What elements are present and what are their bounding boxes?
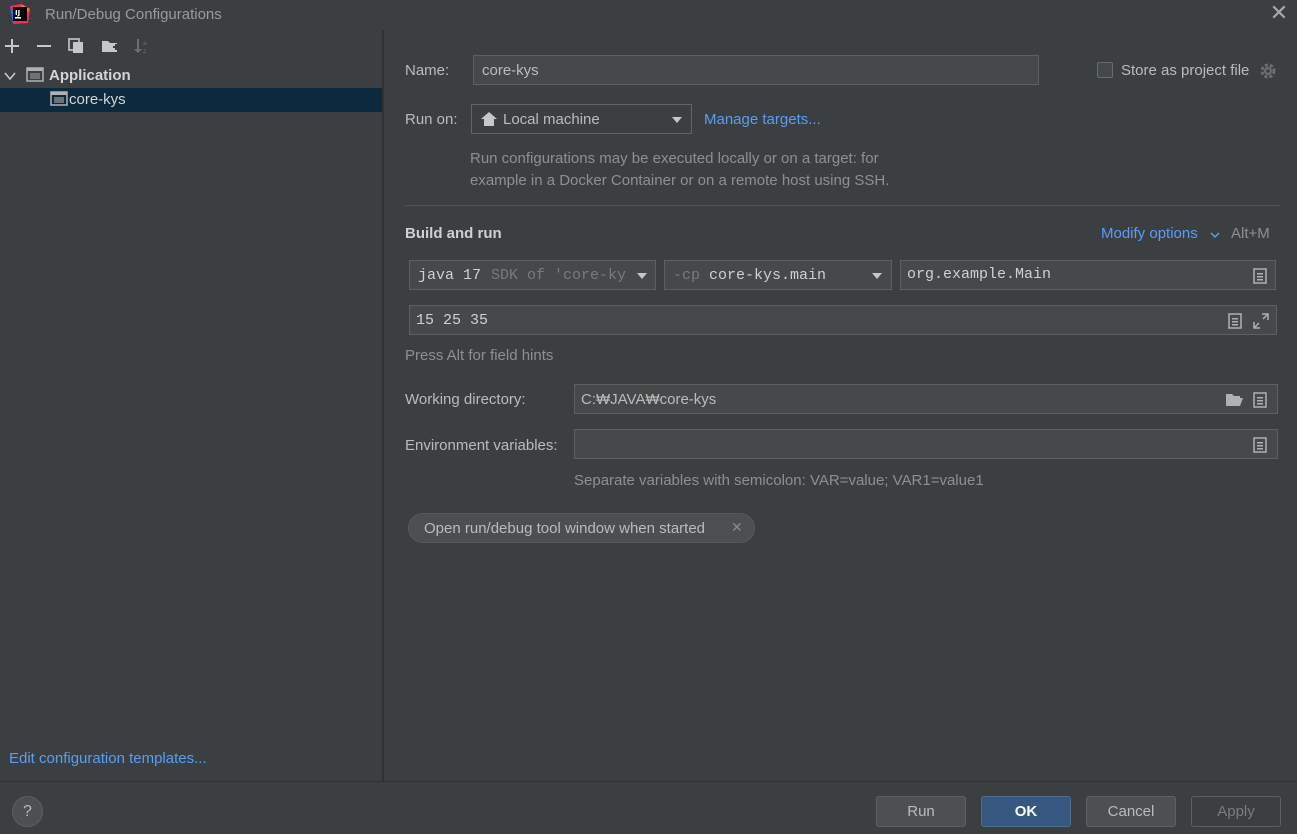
sort-icon[interactable]: az — [132, 36, 152, 56]
modify-options-shortcut: Alt+M — [1231, 225, 1270, 242]
apply-button[interactable]: Apply — [1191, 796, 1281, 827]
run-on-hint-line-1: Run configurations may be executed local… — [470, 150, 879, 167]
modify-options-link[interactable]: Modify options — [1101, 225, 1198, 242]
store-as-project-file-label: Store as project file — [1121, 62, 1250, 79]
add-icon[interactable] — [2, 36, 22, 56]
classpath-prefix: -cp — [673, 267, 701, 284]
classpath-dropdown[interactable]: -cp core-kys.main — [664, 260, 892, 290]
remove-icon[interactable] — [34, 36, 54, 56]
working-directory-field[interactable]: C:₩JAVA₩core-kys — [574, 384, 1278, 414]
close-icon[interactable]: ✕ — [731, 519, 743, 536]
chevron-down-icon — [672, 117, 682, 123]
svg-text:IJ: IJ — [15, 9, 20, 17]
chevron-down-icon — [637, 273, 647, 279]
manage-targets-link[interactable]: Manage targets... — [704, 111, 821, 128]
working-directory-value: C:₩JAVA₩core-kys — [581, 391, 717, 408]
section-separator — [405, 205, 1281, 206]
home-icon — [481, 112, 497, 130]
run-on-label: Run on: — [405, 111, 458, 128]
environment-variables-label: Environment variables: — [405, 437, 558, 454]
panel-divider[interactable] — [382, 30, 384, 781]
program-arguments-value: 15 25 35 — [416, 312, 489, 329]
tree-label-application: Application — [49, 67, 131, 84]
edit-configuration-templates-link[interactable]: Edit configuration templates... — [9, 750, 207, 767]
tool-window-option-chip[interactable]: Open run/debug tool window when started … — [408, 513, 755, 543]
run-on-dropdown[interactable]: Local machine — [471, 104, 692, 134]
store-as-project-file-checkbox[interactable] — [1097, 62, 1113, 78]
classpath-value: core-kys.main — [709, 267, 827, 284]
ok-button[interactable]: OK — [981, 796, 1071, 827]
tree-item-core-kys[interactable]: core-kys — [0, 88, 382, 112]
svg-text:z: z — [143, 48, 146, 54]
help-button[interactable]: ? — [12, 796, 43, 827]
application-icon — [26, 67, 44, 87]
application-config-icon — [50, 91, 68, 112]
new-folder-icon[interactable] — [100, 36, 120, 56]
environment-variables-field[interactable] — [574, 429, 1278, 459]
folder-open-icon[interactable] — [1225, 392, 1243, 408]
chevron-down-icon[interactable] — [4, 69, 16, 86]
main-class-value: org.example.Main — [907, 266, 1052, 283]
chevron-down-icon — [872, 273, 882, 279]
svg-text:a: a — [143, 40, 147, 47]
intellij-logo-icon: IJ — [9, 3, 31, 25]
field-hints-text: Press Alt for field hints — [405, 347, 554, 364]
run-on-hint-line-2: example in a Docker Container or on a re… — [470, 172, 890, 189]
copy-icon[interactable] — [66, 36, 86, 56]
name-field-value: core-kys — [482, 62, 539, 79]
chevron-down-icon[interactable] — [1210, 227, 1220, 244]
browse-list-icon[interactable] — [1253, 268, 1269, 284]
environment-variables-hint: Separate variables with semicolon: VAR=v… — [574, 472, 984, 489]
working-directory-label: Working directory: — [405, 391, 526, 408]
window-title: Run/Debug Configurations — [45, 6, 222, 23]
tree-item-application[interactable]: Application — [0, 64, 382, 88]
chip-label: Open run/debug tool window when started — [424, 520, 706, 537]
build-and-run-title: Build and run — [405, 225, 502, 242]
name-field[interactable]: core-kys — [473, 55, 1039, 85]
jdk-sdk-label: SDK of 'core-ky — [491, 267, 627, 284]
name-label: Name: — [405, 62, 450, 79]
close-icon[interactable]: ✕ — [1268, 2, 1290, 24]
browse-list-icon[interactable] — [1253, 437, 1269, 453]
browse-list-icon[interactable] — [1253, 392, 1269, 408]
cancel-button[interactable]: Cancel — [1086, 796, 1176, 827]
configuration-tree-panel — [0, 30, 382, 781]
run-button[interactable]: Run — [876, 796, 966, 827]
jdk-dropdown[interactable]: java 17 SDK of 'core-ky — [409, 260, 656, 290]
tree-label-core-kys: core-kys — [69, 91, 126, 108]
run-on-value: Local machine — [503, 111, 600, 128]
gear-icon[interactable] — [1259, 62, 1277, 84]
jdk-value: java 17 — [418, 267, 482, 284]
browse-list-icon[interactable] — [1228, 313, 1244, 329]
main-class-field[interactable]: org.example.Main — [900, 260, 1276, 290]
program-arguments-field[interactable]: 15 25 35 — [409, 305, 1277, 335]
expand-icon[interactable] — [1253, 313, 1269, 329]
